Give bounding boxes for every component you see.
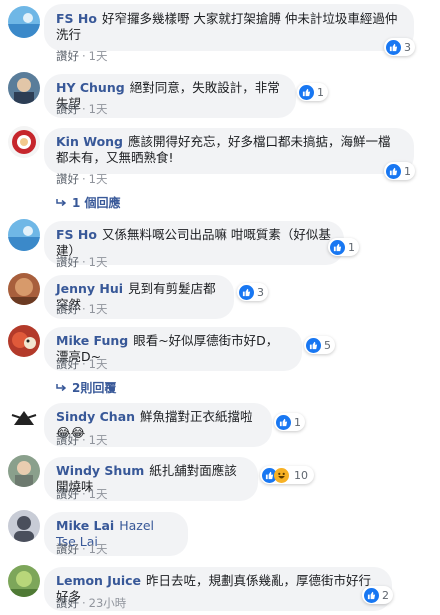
like-icon	[276, 414, 291, 430]
comment-author[interactable]: FS Ho	[56, 227, 97, 242]
like-link[interactable]: 讚好	[56, 172, 79, 186]
comment-meta: 讚好 · 1天	[56, 102, 108, 116]
comment-author[interactable]: Sindy Chan	[56, 409, 135, 424]
comment-author[interactable]: HY Chung	[56, 80, 125, 95]
comment-meta: 讚好 · 1天	[56, 542, 108, 556]
avatar[interactable]	[8, 455, 40, 487]
timestamp[interactable]: 1天	[89, 172, 108, 186]
comment-author[interactable]: Windy Shum	[56, 463, 144, 478]
comment-meta: 讚好 · 1天	[56, 487, 108, 501]
like-link[interactable]: 讚好	[56, 49, 79, 63]
comment-bubble: FS Ho 好窄攞多幾樣嘢 大家就打架搶膊 仲未計垃圾車經過仲洗行	[44, 4, 414, 51]
like-link[interactable]: 讚好	[56, 542, 79, 556]
timestamp[interactable]: 1天	[89, 542, 108, 556]
like-icon	[386, 163, 401, 179]
timestamp[interactable]: 1天	[89, 357, 108, 371]
like-icon	[299, 84, 314, 100]
like-link[interactable]: 讚好	[56, 357, 79, 371]
avatar[interactable]	[8, 510, 40, 542]
reaction-count[interactable]: 1	[274, 413, 305, 431]
haha-icon	[274, 467, 289, 483]
comment-meta: 讚好 · 1天	[56, 49, 108, 63]
reply-arrow-icon	[56, 198, 66, 206]
comment-author[interactable]: Mike Fung	[56, 333, 128, 348]
comment-meta: 讚好 · 1天	[56, 302, 108, 316]
like-icon	[330, 239, 345, 255]
timestamp[interactable]: 23小時	[89, 596, 127, 610]
avatar[interactable]	[8, 126, 40, 158]
view-replies-link[interactable]: 1 個回應	[56, 194, 121, 211]
comment-author[interactable]: Kin Wong	[56, 134, 123, 149]
avatar[interactable]	[8, 565, 40, 597]
like-icon	[364, 587, 379, 603]
reaction-count[interactable]: 1	[384, 162, 415, 180]
timestamp[interactable]: 1天	[89, 487, 108, 501]
reply-arrow-icon	[56, 383, 66, 391]
timestamp[interactable]: 1天	[89, 102, 108, 116]
avatar[interactable]	[8, 401, 40, 433]
comment-meta: 讚好 · 1天	[56, 255, 108, 269]
comment-meta: 讚好 · 23小時	[56, 596, 127, 610]
like-link[interactable]: 讚好	[56, 102, 79, 116]
reaction-count[interactable]: 5	[304, 336, 335, 354]
comment-meta: 讚好 · 1天	[56, 172, 108, 186]
like-link[interactable]: 讚好	[56, 255, 79, 269]
reaction-count[interactable]: 2	[362, 586, 393, 604]
comment-meta: 讚好 · 1天	[56, 433, 108, 447]
reaction-count[interactable]: 10	[260, 466, 314, 484]
avatar[interactable]	[8, 325, 40, 357]
like-link[interactable]: 讚好	[56, 487, 79, 501]
timestamp[interactable]: 1天	[89, 49, 108, 63]
avatar[interactable]	[8, 6, 40, 38]
comment-meta: 讚好 · 1天	[56, 357, 108, 371]
reaction-count[interactable]: 3	[237, 283, 268, 301]
avatar[interactable]	[8, 273, 40, 305]
like-icon	[386, 39, 401, 55]
like-icon	[306, 337, 321, 353]
comment-author[interactable]: Lemon Juice	[56, 573, 141, 588]
reaction-count[interactable]: 1	[328, 238, 359, 256]
like-link[interactable]: 讚好	[56, 596, 79, 610]
comment-bubble: Kin Wong 應該開得好充忘，好多檔口都未搞掂，海鮮一檔都未有，又無晒熟食!	[44, 128, 414, 174]
timestamp[interactable]: 1天	[89, 302, 108, 316]
view-replies-link[interactable]: 2則回覆	[56, 379, 116, 396]
reaction-count[interactable]: 3	[384, 38, 415, 56]
comment-text: 好窄攞多幾樣嘢 大家就打架搶膊 仲未計垃圾車經過仲洗行	[56, 11, 398, 42]
comment-author[interactable]: Jenny Hui	[56, 281, 123, 296]
timestamp[interactable]: 1天	[89, 255, 108, 269]
reaction-count[interactable]: 1	[297, 83, 328, 101]
avatar[interactable]	[8, 72, 40, 104]
comment-author[interactable]: Mike Lai	[56, 518, 114, 533]
avatar[interactable]	[8, 219, 40, 251]
comment-author[interactable]: FS Ho	[56, 11, 97, 26]
like-link[interactable]: 讚好	[56, 433, 79, 447]
like-link[interactable]: 讚好	[56, 302, 79, 316]
timestamp[interactable]: 1天	[89, 433, 108, 447]
like-icon	[239, 284, 254, 300]
